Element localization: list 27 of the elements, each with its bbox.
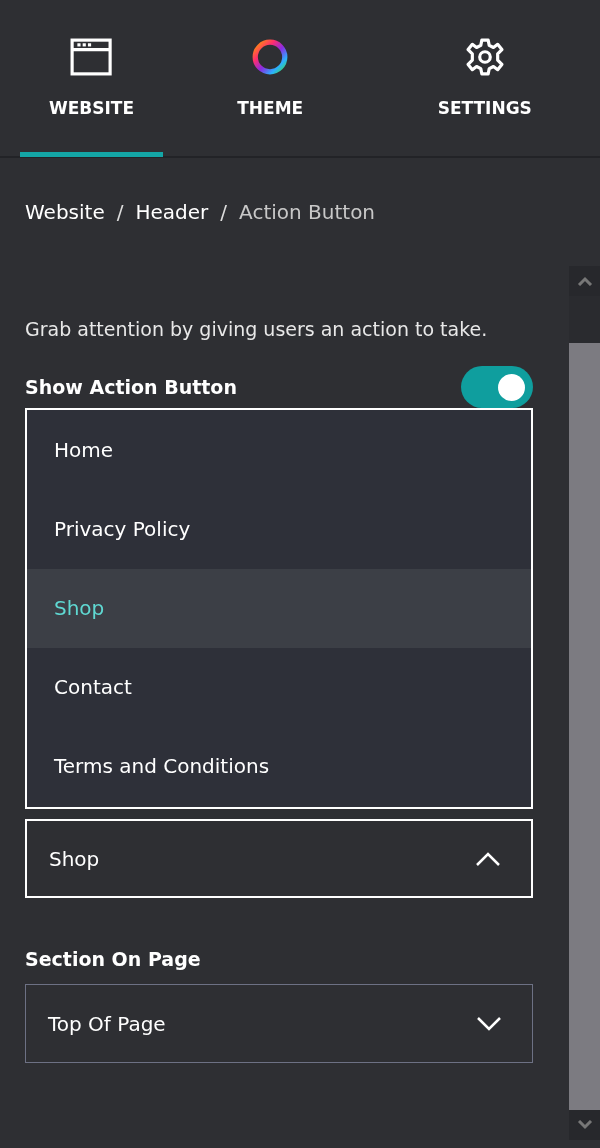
link-select[interactable]: Shop: [25, 819, 533, 898]
toggle-label: Show Action Button: [25, 376, 237, 398]
toggle-switch[interactable]: [461, 366, 533, 408]
dropdown-option[interactable]: Home: [27, 411, 531, 490]
chevron-icon: [476, 1015, 502, 1032]
description-text: Grab attention by giving users an action to take.: [25, 317, 489, 342]
breadcrumb-link[interactable]: Action Button: [239, 200, 376, 224]
scrollbar[interactable]: [569, 266, 600, 1140]
browser-window-icon: [70, 38, 113, 76]
nav-tab[interactable]: THEME: [163, 0, 378, 157]
dropdown-option[interactable]: Privacy Policy: [27, 490, 531, 569]
breadcrumb-separator: /: [220, 200, 228, 224]
settings-icon: [465, 38, 504, 76]
section-label: Section On Page: [25, 948, 202, 970]
section-select[interactable]: Top Of Page: [25, 984, 533, 1063]
dropdown-option[interactable]: Contact: [27, 648, 531, 727]
breadcrumb-separator: /: [116, 200, 124, 224]
breadcrumb-link[interactable]: Website: [25, 200, 105, 224]
scroll-up-icon[interactable]: [576, 276, 593, 286]
breadcrumb-link[interactable]: Header: [135, 200, 209, 224]
dropdown-option[interactable]: Terms and Conditions: [27, 727, 531, 806]
nav-tab[interactable]: SETTINGS: [377, 0, 592, 157]
scroll-down-icon[interactable]: [576, 1120, 593, 1130]
chevron-icon: [475, 850, 501, 867]
nav-tab[interactable]: WEBSITE: [20, 0, 163, 157]
color-wheel-icon: [251, 38, 290, 76]
dropdown-option[interactable]: Shop: [27, 569, 531, 648]
